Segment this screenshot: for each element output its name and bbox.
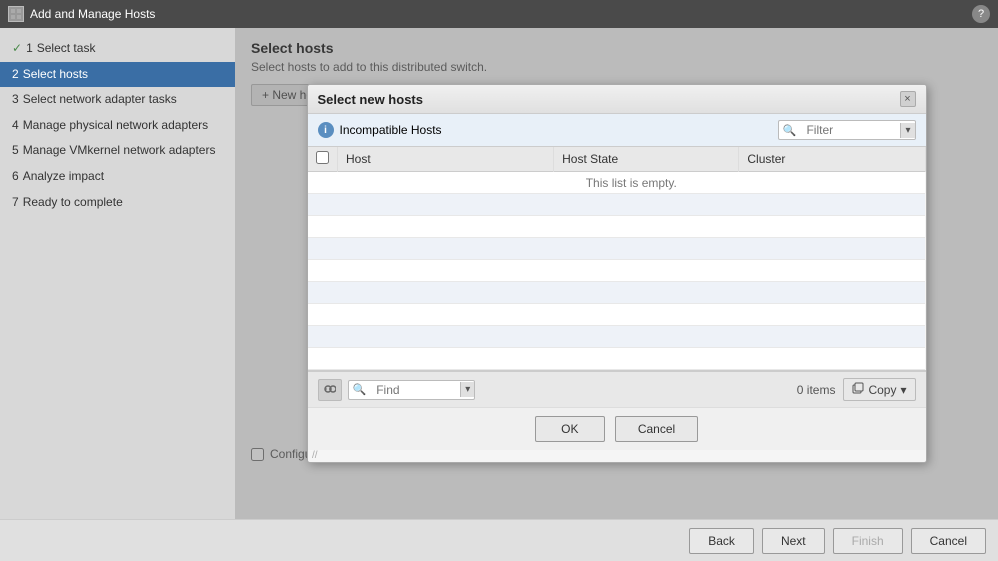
incompat-label: Incompatible Hosts [340, 123, 442, 137]
sidebar-item-step7[interactable]: 7 Ready to complete [0, 190, 235, 216]
next-button[interactable]: Next [762, 528, 825, 554]
modal-close-button[interactable]: × [900, 91, 916, 107]
find-input[interactable] [370, 381, 460, 399]
sidebar-item-step6[interactable]: 6 Analyze impact [0, 164, 235, 190]
cancel-button[interactable]: Cancel [615, 416, 698, 442]
modal-dialog: Select new hosts × i Incompatible Hosts [307, 84, 927, 463]
sidebar-step3-num: 3 [12, 92, 19, 108]
sidebar-step5-label: Manage VMkernel network adapters [23, 143, 216, 159]
find-search-icon: 🔍 [349, 381, 371, 398]
sidebar-step3-label: Select network adapter tasks [23, 92, 177, 108]
modal-body: i Incompatible Hosts 🔍 ▾ [308, 114, 926, 462]
filter-dropdown-arrow[interactable]: ▾ [900, 123, 914, 138]
window-title: Add and Manage Hosts [30, 7, 155, 21]
copy-icon [852, 382, 864, 397]
bottom-navigation-bar: Back Next Finish Cancel [0, 519, 998, 561]
sidebar-step1-label: Select task [37, 41, 96, 57]
table-row [308, 304, 926, 326]
items-count: 0 items [797, 383, 836, 397]
sidebar-step1-num: 1 [26, 41, 33, 57]
modal-actions: OK Cancel [308, 407, 926, 450]
sidebar-step2-label: Select hosts [23, 67, 88, 83]
table-row [308, 326, 926, 348]
modal-title: Select new hosts [318, 92, 423, 107]
main-panel: Select hosts Select hosts to add to this… [235, 28, 998, 519]
finish-button[interactable]: Finish [833, 528, 903, 554]
binoculars-icon [324, 384, 336, 396]
modal-footer: 🔍 ▾ 0 items [308, 371, 926, 407]
sidebar-step2-num: 2 [12, 67, 19, 83]
col-cluster: Cluster [739, 147, 925, 172]
table-row [308, 216, 926, 238]
empty-message: This list is empty. [338, 172, 926, 194]
sidebar: ✓ 1 Select task 2 Select hosts 3 Select … [0, 28, 235, 519]
info-icon: i [318, 122, 334, 138]
resize-handle[interactable]: // [308, 450, 320, 462]
modal-header: Select new hosts × [308, 85, 926, 114]
filter-box: 🔍 ▾ [778, 120, 916, 140]
filter-input[interactable] [800, 121, 900, 139]
copy-dropdown-arrow: ▾ [900, 383, 906, 397]
filter-search-icon: 🔍 [779, 122, 801, 139]
sidebar-step4-num: 4 [12, 118, 19, 134]
app-icon [8, 6, 24, 22]
empty-row: This list is empty. [308, 172, 926, 194]
find-box: 🔍 ▾ [348, 380, 476, 400]
find-dropdown-arrow[interactable]: ▾ [460, 382, 474, 397]
table-row [308, 194, 926, 216]
table-row [308, 282, 926, 304]
cancel-bottom-button[interactable]: Cancel [911, 528, 986, 554]
sidebar-item-step2[interactable]: 2 Select hosts [0, 62, 235, 88]
sidebar-item-step1[interactable]: ✓ 1 Select task [0, 36, 235, 62]
select-all-checkbox[interactable] [316, 151, 329, 164]
sidebar-item-step4[interactable]: 4 Manage physical network adapters [0, 113, 235, 139]
col-checkbox [308, 147, 338, 172]
back-button[interactable]: Back [689, 528, 754, 554]
hosts-table-container: Host Host State Cluster This list is emp… [308, 147, 926, 371]
incompat-left: i Incompatible Hosts [318, 122, 442, 138]
copy-button[interactable]: Copy ▾ [843, 378, 915, 401]
help-button[interactable]: ? [972, 5, 990, 23]
main-window: Add and Manage Hosts ? ✓ 1 Select task 2… [0, 0, 998, 561]
sidebar-step4-label: Manage physical network adapters [23, 118, 208, 134]
col-host-state: Host State [554, 147, 739, 172]
sidebar-step5-num: 5 [12, 143, 19, 159]
footer-right: 0 items Copy ▾ [797, 378, 916, 401]
empty-cell-checkbox [308, 172, 338, 194]
sidebar-step6-num: 6 [12, 169, 19, 185]
sidebar-step7-label: Ready to complete [23, 195, 123, 211]
hosts-table: Host Host State Cluster This list is emp… [308, 147, 926, 370]
find-icon-button[interactable] [318, 379, 342, 401]
table-row [308, 238, 926, 260]
table-row [308, 260, 926, 282]
sidebar-item-step5[interactable]: 5 Manage VMkernel network adapters [0, 138, 235, 164]
copy-svg-icon [852, 382, 864, 394]
check-icon: ✓ [12, 41, 22, 57]
copy-label: Copy [868, 383, 896, 397]
title-bar: Add and Manage Hosts ? [0, 0, 998, 28]
content-area: ✓ 1 Select task 2 Select hosts 3 Select … [0, 28, 998, 519]
footer-left: 🔍 ▾ [318, 379, 476, 401]
modal-overlay: Select new hosts × i Incompatible Hosts [235, 28, 998, 519]
sidebar-step7-num: 7 [12, 195, 19, 211]
sidebar-step6-label: Analyze impact [23, 169, 104, 185]
title-bar-left: Add and Manage Hosts [8, 6, 155, 22]
col-host: Host [338, 147, 554, 172]
sidebar-item-step3[interactable]: 3 Select network adapter tasks [0, 87, 235, 113]
incompatible-hosts-bar: i Incompatible Hosts 🔍 ▾ [308, 114, 926, 147]
table-row [308, 348, 926, 370]
ok-button[interactable]: OK [535, 416, 605, 442]
table-body: This list is empty. [308, 172, 926, 370]
table-header-row: Host Host State Cluster [308, 147, 926, 172]
